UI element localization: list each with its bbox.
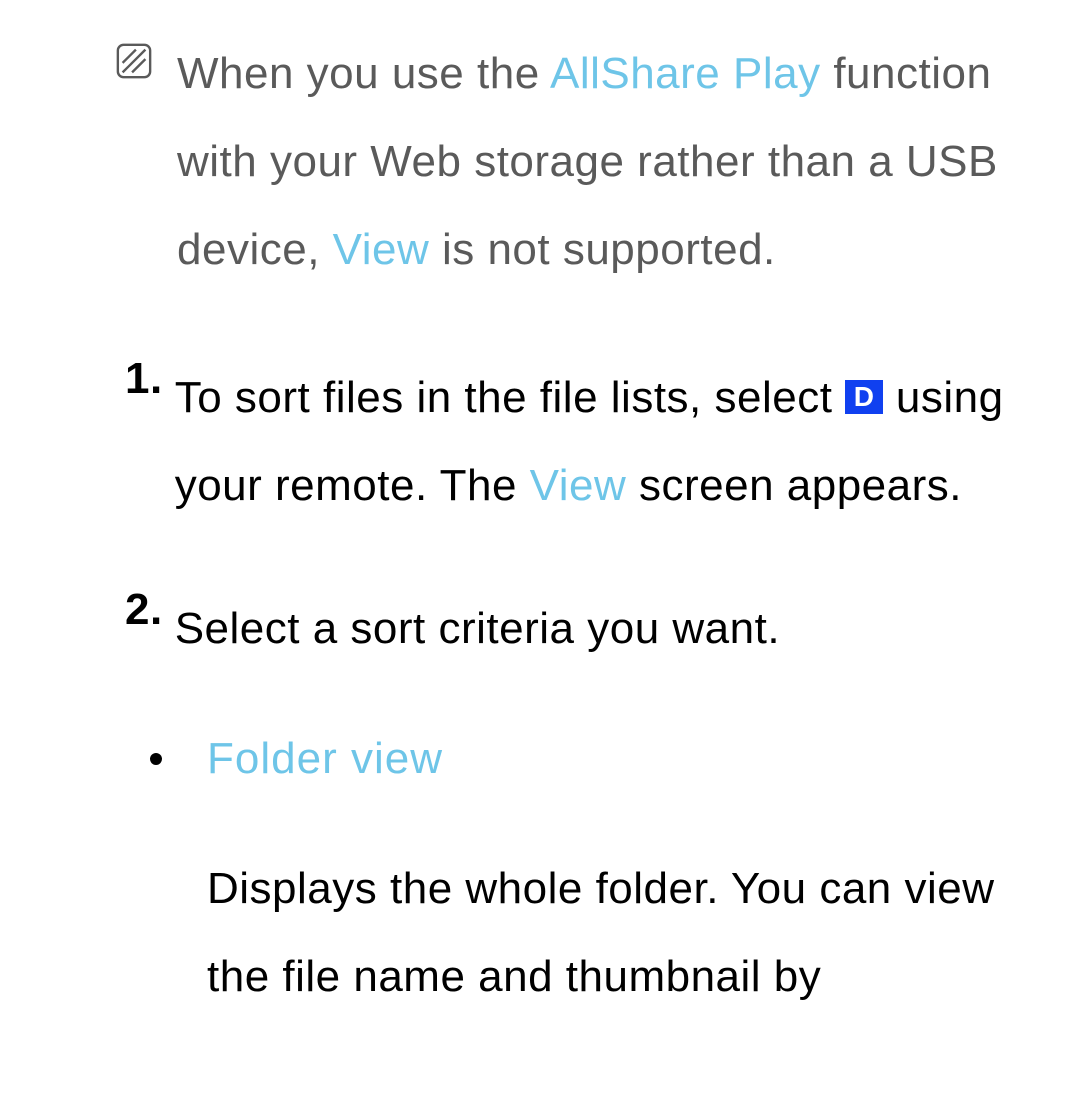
d-button-icon: D (845, 380, 883, 414)
step-1-highlight-view: View (530, 461, 627, 510)
step-1-text-end: screen appears. (626, 461, 962, 510)
bullet-description: Displays the whole folder. You can view … (30, 845, 1050, 1021)
note-text-part1: When you use the (177, 49, 550, 98)
bullet-dot-icon (150, 753, 162, 765)
bullet-folder-view: Folder view (30, 728, 1050, 790)
note-block: When you use the AllShare Play function … (30, 30, 1050, 294)
step-1-text: To sort files in the file lists, select … (175, 354, 1050, 530)
note-highlight-view: View (333, 225, 430, 274)
step-1-text-before: To sort files in the file lists, select (175, 373, 845, 422)
note-text-part3: is not supported. (429, 225, 776, 274)
step-1: 1. To sort files in the file lists, sele… (30, 354, 1050, 530)
step-2-number: 2. (125, 585, 163, 635)
note-icon (115, 42, 153, 80)
step-1-number: 1. (125, 354, 163, 404)
note-text: When you use the AllShare Play function … (177, 30, 1050, 294)
step-2: 2. Select a sort criteria you want. (30, 585, 1050, 673)
bullet-title: Folder view (207, 728, 443, 790)
step-2-text: Select a sort criteria you want. (175, 585, 780, 673)
note-highlight-allshare: AllShare Play (550, 49, 821, 98)
